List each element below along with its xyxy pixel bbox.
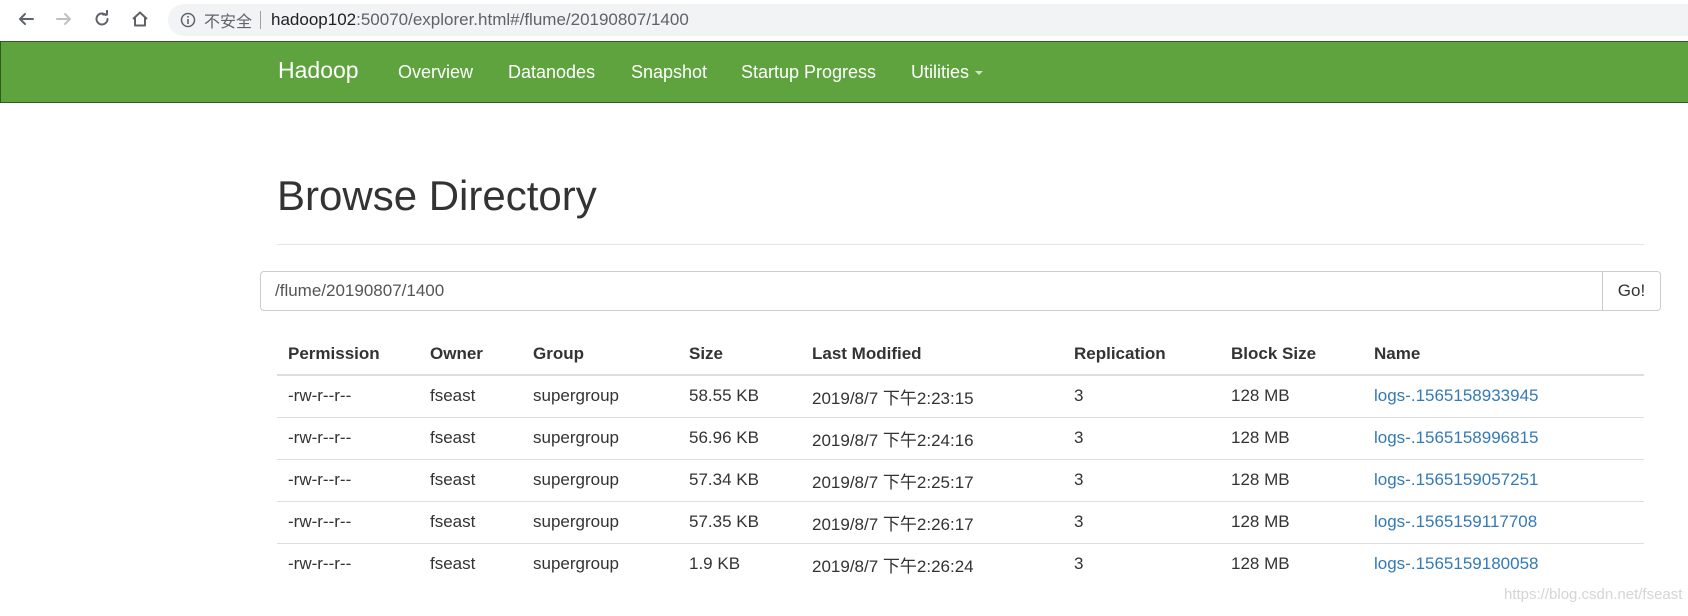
cell-replication: 3 (1074, 554, 1084, 574)
cell-last-modified: 2019/8/7 下午2:25:17 (801, 459, 1063, 502)
file-link[interactable]: logs-.1565158933945 (1374, 386, 1538, 405)
hadoop-navbar: Hadoop Overview Datanodes Snapshot Start… (0, 41, 1688, 103)
file-link[interactable]: logs-.1565159117708 (1374, 512, 1537, 531)
cell-replication: 3 (1063, 501, 1220, 544)
file-link[interactable]: logs-.1565159180058 (1374, 554, 1538, 573)
cell-replication: 3 (1063, 417, 1220, 460)
table-row: -rw-r--r-- fseast supergroup 57.35 KB 20… (277, 501, 1644, 544)
cell-permission: -rw-r--r-- (277, 375, 419, 418)
cell-last-modified: 2019/8/7 下午2:24:16 (801, 417, 1063, 460)
cell-replication: 3 (1063, 459, 1220, 502)
watermark: https://blog.csdn.net/fseast (1504, 586, 1683, 603)
nav-utilities-label: Utilities (911, 62, 970, 82)
cell-permission: -rw-r--r-- (288, 554, 352, 574)
file-link[interactable]: logs-.1565159057251 (1374, 470, 1538, 489)
nav-snapshot[interactable]: Snapshot (631, 62, 707, 83)
address-bar[interactable]: 不安全 hadoop102:50070/explorer.html#/flume… (168, 4, 1688, 36)
cell-name: logs-.1565158996815 (1363, 417, 1644, 460)
file-link[interactable]: logs-.1565158996815 (1374, 428, 1538, 447)
page-title: Browse Directory (277, 172, 597, 219)
cell-size: 57.35 KB (678, 501, 801, 544)
cell-group: supergroup (522, 459, 678, 502)
nav-startup-progress[interactable]: Startup Progress (741, 62, 876, 83)
cell-size: 57.34 KB (678, 459, 801, 502)
go-button[interactable]: Go! (1602, 271, 1661, 311)
file-table: Permission Owner Group Size Last Modifie… (277, 334, 1644, 585)
column-header-block-size[interactable]: Block Size (1220, 334, 1363, 376)
separator (260, 11, 262, 29)
back-arrow-icon[interactable] (14, 7, 38, 31)
table-row: -rw-r--r-- fseast supergroup 58.55 KB 20… (277, 375, 1644, 418)
cell-owner: fseast (419, 459, 522, 502)
cell-name: logs-.1565159057251 (1363, 459, 1644, 502)
cell-group: supergroup (522, 375, 678, 418)
caret-down-icon (975, 71, 984, 76)
cell-block-size: 128 MB (1220, 375, 1363, 418)
cell-group: supergroup (522, 417, 678, 460)
cell-last-modified: 2019/8/7 下午2:26:17 (801, 501, 1063, 544)
url-host: hadoop102 (271, 10, 357, 29)
cell-last-modified: 2019/8/7 下午2:26:24 (812, 556, 974, 576)
cell-size: 58.55 KB (678, 375, 801, 418)
cell-block-size: 128 MB (1220, 417, 1363, 460)
column-header-replication[interactable]: Replication (1063, 334, 1220, 376)
column-header-owner[interactable]: Owner (419, 334, 522, 376)
url-text[interactable]: hadoop102:50070/explorer.html#/flume/201… (271, 10, 689, 30)
cell-owner: fseast (419, 375, 522, 418)
info-icon[interactable] (180, 12, 196, 28)
cell-owner: fseast (419, 417, 522, 460)
cell-group: supergroup (522, 501, 678, 544)
column-header-group[interactable]: Group (522, 334, 678, 376)
reload-icon[interactable] (90, 7, 114, 31)
home-icon[interactable] (128, 7, 152, 31)
cell-name: logs-.1565159180058 (1363, 543, 1644, 585)
cell-last-modified: 2019/8/7 下午2:23:15 (801, 375, 1063, 418)
cell-name: logs-.1565159117708 (1363, 501, 1644, 544)
cell-size: 1.9 KB (689, 554, 741, 574)
cell-permission: -rw-r--r-- (277, 501, 419, 544)
table-row: -rw-r--r-- fseast supergroup 56.96 KB 20… (277, 417, 1644, 460)
divider (277, 244, 1644, 245)
nav-overview[interactable]: Overview (398, 62, 473, 83)
cell-block-size: 128 MB (1220, 501, 1363, 544)
nav-utilities-dropdown[interactable]: Utilities (911, 62, 984, 83)
cell-name: logs-.1565158933945 (1363, 375, 1644, 418)
column-header-permission[interactable]: Permission (277, 334, 419, 376)
column-header-last-modified[interactable]: Last Modified (801, 334, 1063, 376)
table-row: -rw-r--r-- fseast supergroup 57.34 KB 20… (277, 459, 1644, 502)
cell-permission: -rw-r--r-- (277, 459, 419, 502)
column-header-size[interactable]: Size (678, 334, 801, 376)
column-header-name[interactable]: Name (1363, 334, 1644, 376)
directory-path-input[interactable] (260, 271, 1603, 311)
brand-link[interactable]: Hadoop (278, 57, 359, 84)
browser-toolbar: 不安全 hadoop102:50070/explorer.html#/flume… (0, 0, 1688, 40)
cell-group: supergroup (533, 554, 620, 574)
cell-owner: fseast (430, 554, 476, 574)
cell-owner: fseast (419, 501, 522, 544)
nav-datanodes[interactable]: Datanodes (508, 62, 595, 83)
cell-permission: -rw-r--r-- (277, 417, 419, 460)
table-row: -rw-r--r-- fseast supergroup 1.9 KB 2019… (277, 543, 1644, 585)
url-path: :50070/explorer.html#/flume/20190807/140… (356, 10, 689, 29)
cell-replication: 3 (1063, 375, 1220, 418)
cell-size: 56.96 KB (678, 417, 801, 460)
cell-block-size: 128 MB (1231, 554, 1290, 574)
forward-arrow-icon[interactable] (52, 7, 76, 31)
security-label[interactable]: 不安全 (204, 8, 252, 32)
table-header-row: Permission Owner Group Size Last Modifie… (277, 334, 1644, 376)
cell-block-size: 128 MB (1220, 459, 1363, 502)
